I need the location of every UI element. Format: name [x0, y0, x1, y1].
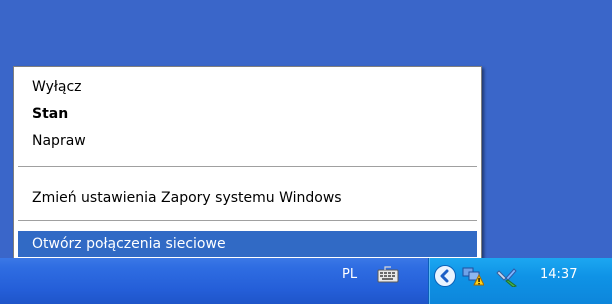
- menu-item-repair[interactable]: Napraw: [18, 128, 477, 154]
- menu-item-firewall-settings[interactable]: Zmień ustawienia Zapory systemu Windows: [18, 185, 477, 211]
- network-repair-tool-icon[interactable]: [496, 265, 518, 288]
- language-indicator[interactable]: PL: [342, 267, 357, 282]
- menu-separator: [18, 220, 477, 221]
- menu-item-label: Napraw: [32, 133, 86, 149]
- menu-item-label: Stan: [32, 106, 69, 122]
- menu-separator: [18, 166, 477, 167]
- clock[interactable]: 14:37: [540, 267, 577, 282]
- menu-item-open-network-connections[interactable]: Otwórz połączenia sieciowe: [18, 231, 477, 257]
- notification-area: [428, 258, 612, 304]
- show-hidden-icons-chevron[interactable]: [434, 265, 456, 287]
- menu-item-disable[interactable]: Wyłącz: [18, 74, 477, 100]
- keyboard-icon[interactable]: [377, 266, 399, 284]
- menu-item-label: Wyłącz: [32, 79, 82, 95]
- taskbar: PL 14:37: [0, 258, 612, 304]
- menu-item-status[interactable]: Stan: [18, 101, 477, 127]
- network-context-menu: Wyłącz Stan Napraw Zmień ustawienia Zapo…: [13, 66, 482, 260]
- menu-item-label: Otwórz połączenia sieciowe: [32, 236, 226, 252]
- network-warning-icon[interactable]: [462, 266, 485, 286]
- menu-item-label: Zmień ustawienia Zapory systemu Windows: [32, 190, 342, 206]
